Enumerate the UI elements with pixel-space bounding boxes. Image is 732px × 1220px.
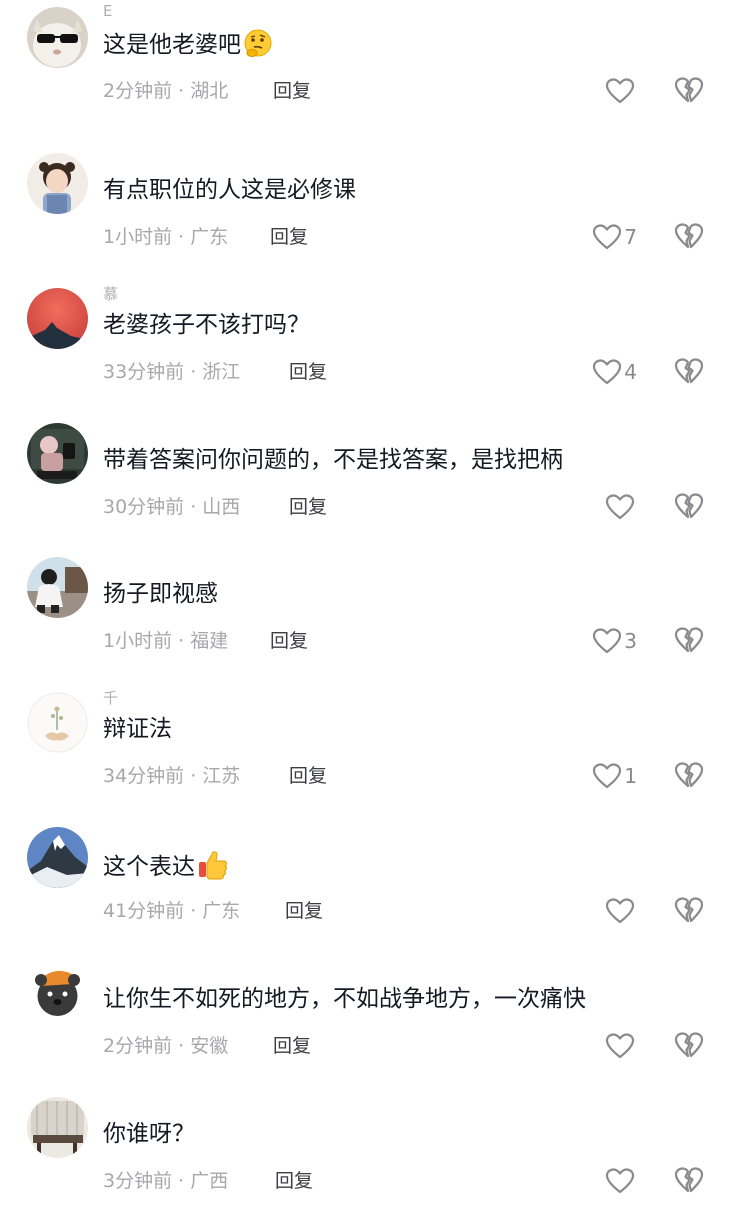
comment-item: 这个表达 41分钟前 · 广东 回复 [0,820,732,950]
comment-text-body: 这个表达 [103,854,195,880]
reply-button[interactable]: 回复 [285,898,323,924]
reply-button[interactable]: 回复 [273,1033,311,1059]
broken-heart-icon[interactable] [674,357,704,387]
avatar[interactable] [27,423,88,484]
broken-heart-icon[interactable] [674,492,704,522]
like-count: 7 [624,225,637,249]
avatar[interactable] [27,153,88,214]
heart-outline-icon [605,897,635,925]
comment-item: 千 辩证法 34分钟前 · 江苏 回复 1 [0,685,732,815]
heart-outline-icon [605,77,635,105]
comment-meta: 1小时前 · 广东 [103,226,229,248]
broken-heart-icon[interactable] [674,1031,704,1061]
comment-text-body: 这是他老婆吧 [103,32,241,58]
comment-text: 辩证法 [103,716,172,742]
comment-text: 有点职位的人这是必修课 [103,177,356,203]
broken-heart-icon[interactable] [674,761,704,791]
like-button[interactable] [605,492,637,522]
username: 慕 [103,285,120,303]
comment-text: 扬子即视感 [103,581,218,607]
username: E [103,2,114,20]
heart-outline-icon [605,1167,635,1195]
broken-heart-icon[interactable] [674,222,704,252]
comment-text: 让你生不如死的地方，不如战争地方，一次痛快 [103,986,586,1012]
like-button[interactable] [605,1031,637,1061]
comment-item: 有点职位的人这是必修课 1小时前 · 广东 回复 7 [0,146,732,276]
heart-outline-icon [592,762,622,790]
like-button[interactable] [605,76,637,106]
comment-text: 你谁呀？ [103,1121,195,1147]
reply-button[interactable]: 回复 [270,224,308,250]
comment-text: 带着答案问你问题的，不是找答案，是找把柄 [103,447,563,473]
comment-meta: 33分钟前 · 浙江 [103,361,241,383]
comment-item: E 这是他老婆吧 2分钟前 · 湖北 回复 [0,0,732,130]
reply-button[interactable]: 回复 [275,1168,313,1194]
avatar[interactable] [27,827,88,888]
avatar[interactable] [27,692,88,753]
comment-text: 这个表达 [103,848,229,889]
heart-outline-icon [592,223,622,251]
comment-item: 你谁呀？ 3分钟前 · 广西 回复 [0,1090,732,1220]
broken-heart-icon[interactable] [674,1166,704,1196]
thumbs-up-emoji [197,848,229,889]
like-button[interactable]: 1 [592,761,637,791]
comment-text: 这是他老婆吧 [103,28,273,67]
reply-button[interactable]: 回复 [289,494,327,520]
comment-item: 扬子即视感 1小时前 · 福建 回复 3 [0,550,732,680]
broken-heart-icon[interactable] [674,76,704,106]
like-count: 1 [624,764,637,788]
comment-meta: 2分钟前 · 湖北 [103,80,229,102]
comment-item: 慕 老婆孩子不该打吗？ 33分钟前 · 浙江 回复 4 [0,281,732,411]
thinking-face-emoji [243,28,273,67]
like-button[interactable] [605,1166,637,1196]
comment-meta: 41分钟前 · 广东 [103,900,241,922]
username: 千 [103,689,120,707]
heart-outline-icon [605,493,635,521]
comment-meta: 34分钟前 · 江苏 [103,765,241,787]
avatar[interactable] [27,557,88,618]
comment-text: 老婆孩子不该打吗？ [103,312,310,338]
broken-heart-icon[interactable] [674,626,704,656]
broken-heart-icon[interactable] [674,896,704,926]
avatar[interactable] [27,1097,88,1158]
comment-meta: 2分钟前 · 安徽 [103,1035,229,1057]
like-count: 3 [624,629,637,653]
like-button[interactable]: 4 [592,357,637,387]
comment-meta: 3分钟前 · 广西 [103,1170,229,1192]
like-button[interactable]: 7 [592,222,637,252]
avatar[interactable] [27,7,88,68]
like-button[interactable]: 3 [592,626,637,656]
avatar[interactable] [27,962,88,1023]
comment-item: 带着答案问你问题的，不是找答案，是找把柄 30分钟前 · 山西 回复 [0,416,732,546]
heart-outline-icon [605,1032,635,1060]
comment-meta: 1小时前 · 福建 [103,630,229,652]
reply-button[interactable]: 回复 [270,628,308,654]
avatar[interactable] [27,288,88,349]
reply-button[interactable]: 回复 [273,78,311,104]
comment-item: 让你生不如死的地方，不如战争地方，一次痛快 2分钟前 · 安徽 回复 [0,955,732,1085]
comment-meta: 30分钟前 · 山西 [103,496,241,518]
reply-button[interactable]: 回复 [289,763,327,789]
like-count: 4 [624,360,637,384]
reply-button[interactable]: 回复 [289,359,327,385]
heart-outline-icon [592,358,622,386]
like-button[interactable] [605,896,637,926]
heart-outline-icon [592,627,622,655]
